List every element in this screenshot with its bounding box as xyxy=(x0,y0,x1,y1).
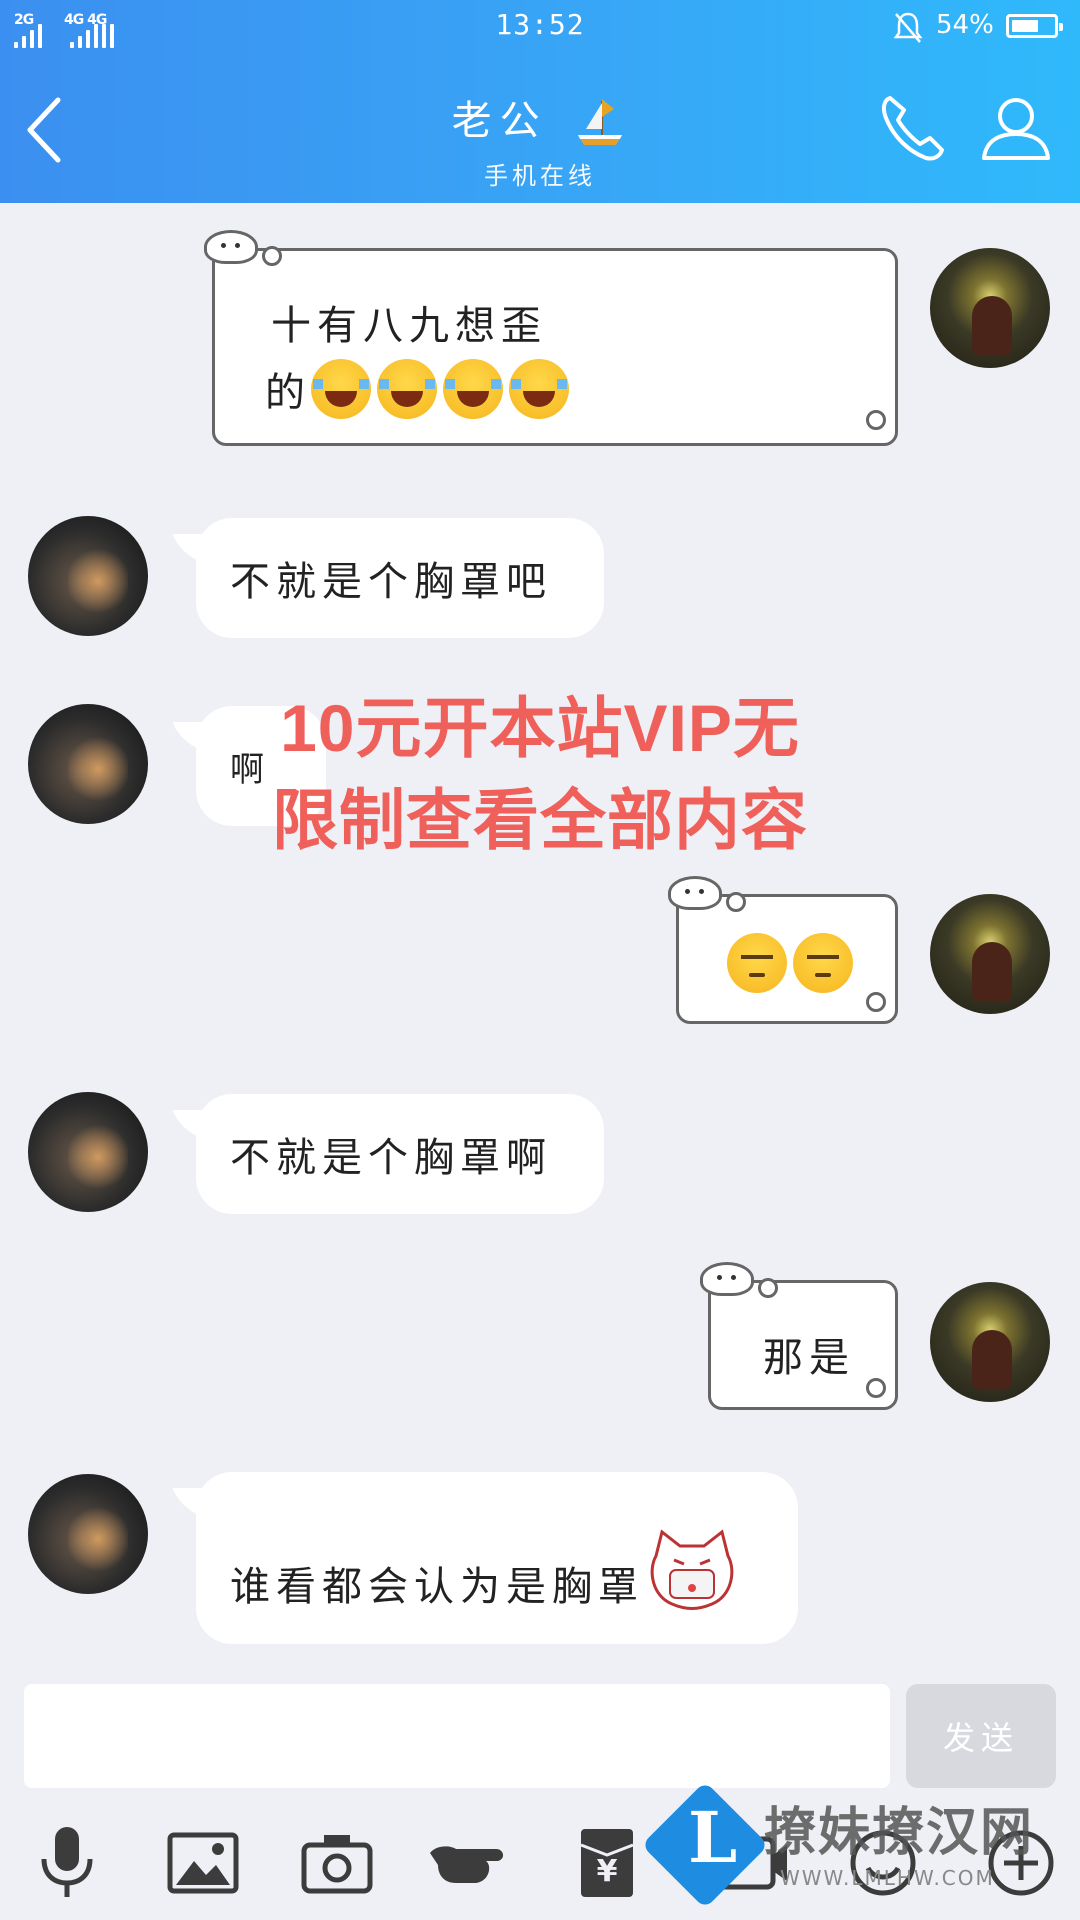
camera-icon[interactable] xyxy=(292,1818,382,1908)
watermark-text: 撩妹撩汉网 xyxy=(764,1803,1035,1863)
contact-avatar[interactable] xyxy=(28,1474,148,1594)
contact-avatar[interactable] xyxy=(28,1092,148,1212)
unamused-emoji-icon xyxy=(727,933,787,993)
message-text: 不就是个胸罩啊 xyxy=(230,1135,552,1181)
laughing-crying-emoji-icon xyxy=(509,359,569,419)
message-text: 十有八九想歪 xyxy=(271,303,547,349)
message-text-2: 的 xyxy=(265,370,311,416)
promo-banner[interactable]: 10元开本站VIP无 限制查看全部内容 xyxy=(0,682,1080,866)
send-button[interactable]: 发送 xyxy=(906,1684,1056,1788)
bubble-decoration xyxy=(866,410,886,430)
message-input[interactable] xyxy=(24,1684,890,1788)
red-packet-icon[interactable]: ¥ xyxy=(562,1818,652,1908)
message-row: 谁看都会认为是胸罩 xyxy=(0,1470,1080,1646)
message-emoji-line xyxy=(727,933,859,993)
promo-line-1: 10元开本站VIP无 xyxy=(280,691,800,765)
message-bubble-me[interactable]: 十有八九想歪 的 xyxy=(212,248,898,446)
battery-icon xyxy=(1006,14,1063,38)
contact-profile-icon[interactable] xyxy=(976,88,1056,168)
bubble-decoration xyxy=(262,246,282,266)
message-row: 十有八九想歪 的 xyxy=(0,230,1080,460)
message-bubble-me[interactable] xyxy=(676,894,898,1024)
battery-percent: 54% xyxy=(936,10,994,40)
site-watermark: L 撩妹撩汉网 WWW.LMLHW.COM xyxy=(640,1781,1080,1920)
laughing-crying-emoji-icon xyxy=(311,359,371,419)
bear-sticker-icon xyxy=(668,876,722,910)
laughing-crying-emoji-icon xyxy=(443,359,503,419)
my-avatar[interactable] xyxy=(930,894,1050,1014)
chat-header: 2G 4G 4G 13:52 54% 老公 手机在线 xyxy=(0,0,1080,203)
my-avatar[interactable] xyxy=(930,248,1050,368)
phone-call-icon[interactable] xyxy=(872,88,952,168)
cat-mask-sticker-icon xyxy=(650,1529,734,1610)
message-row: 不就是个胸罩啊 xyxy=(0,1092,1080,1216)
pointer-icon[interactable] xyxy=(426,1818,516,1908)
contact-name: 老公 xyxy=(451,98,548,144)
my-avatar[interactable] xyxy=(930,1282,1050,1402)
sailboat-icon xyxy=(578,99,623,145)
bubble-decoration xyxy=(726,892,746,912)
message-text: 那是 xyxy=(763,1335,855,1381)
image-icon[interactable] xyxy=(158,1818,248,1908)
message-text: 不就是个胸罩吧 xyxy=(230,559,552,605)
message-row: 那是 xyxy=(0,1262,1080,1414)
message-bubble-peer[interactable]: 不就是个胸罩吧 xyxy=(196,518,604,638)
message-text: 谁看都会认为是胸罩 xyxy=(230,1564,644,1610)
message-row xyxy=(0,876,1080,1030)
mute-bell-icon xyxy=(893,12,923,43)
bear-sticker-icon xyxy=(204,230,258,264)
bubble-decoration xyxy=(866,1378,886,1398)
mic-icon[interactable] xyxy=(22,1818,112,1908)
svg-text:¥: ¥ xyxy=(597,1854,618,1889)
contact-avatar[interactable] xyxy=(28,516,148,636)
bubble-decoration xyxy=(866,992,886,1012)
message-line-2: 的 xyxy=(265,359,575,419)
message-row: 不就是个胸罩吧 xyxy=(0,516,1080,640)
watermark-url: WWW.LMLHW.COM xyxy=(780,1866,995,1890)
status-bar: 2G 4G 4G 13:52 54% xyxy=(0,0,1080,52)
message-bubble-peer[interactable]: 不就是个胸罩啊 xyxy=(196,1094,604,1214)
promo-line-2: 限制查看全部内容 xyxy=(272,783,808,857)
laughing-crying-emoji-icon xyxy=(377,359,437,419)
bubble-decoration xyxy=(758,1278,778,1298)
unamused-emoji-icon xyxy=(793,933,853,993)
site-logo-letter: L xyxy=(688,1796,738,1879)
bear-sticker-icon xyxy=(700,1262,754,1296)
message-bubble-peer[interactable]: 谁看都会认为是胸罩 xyxy=(196,1472,798,1644)
